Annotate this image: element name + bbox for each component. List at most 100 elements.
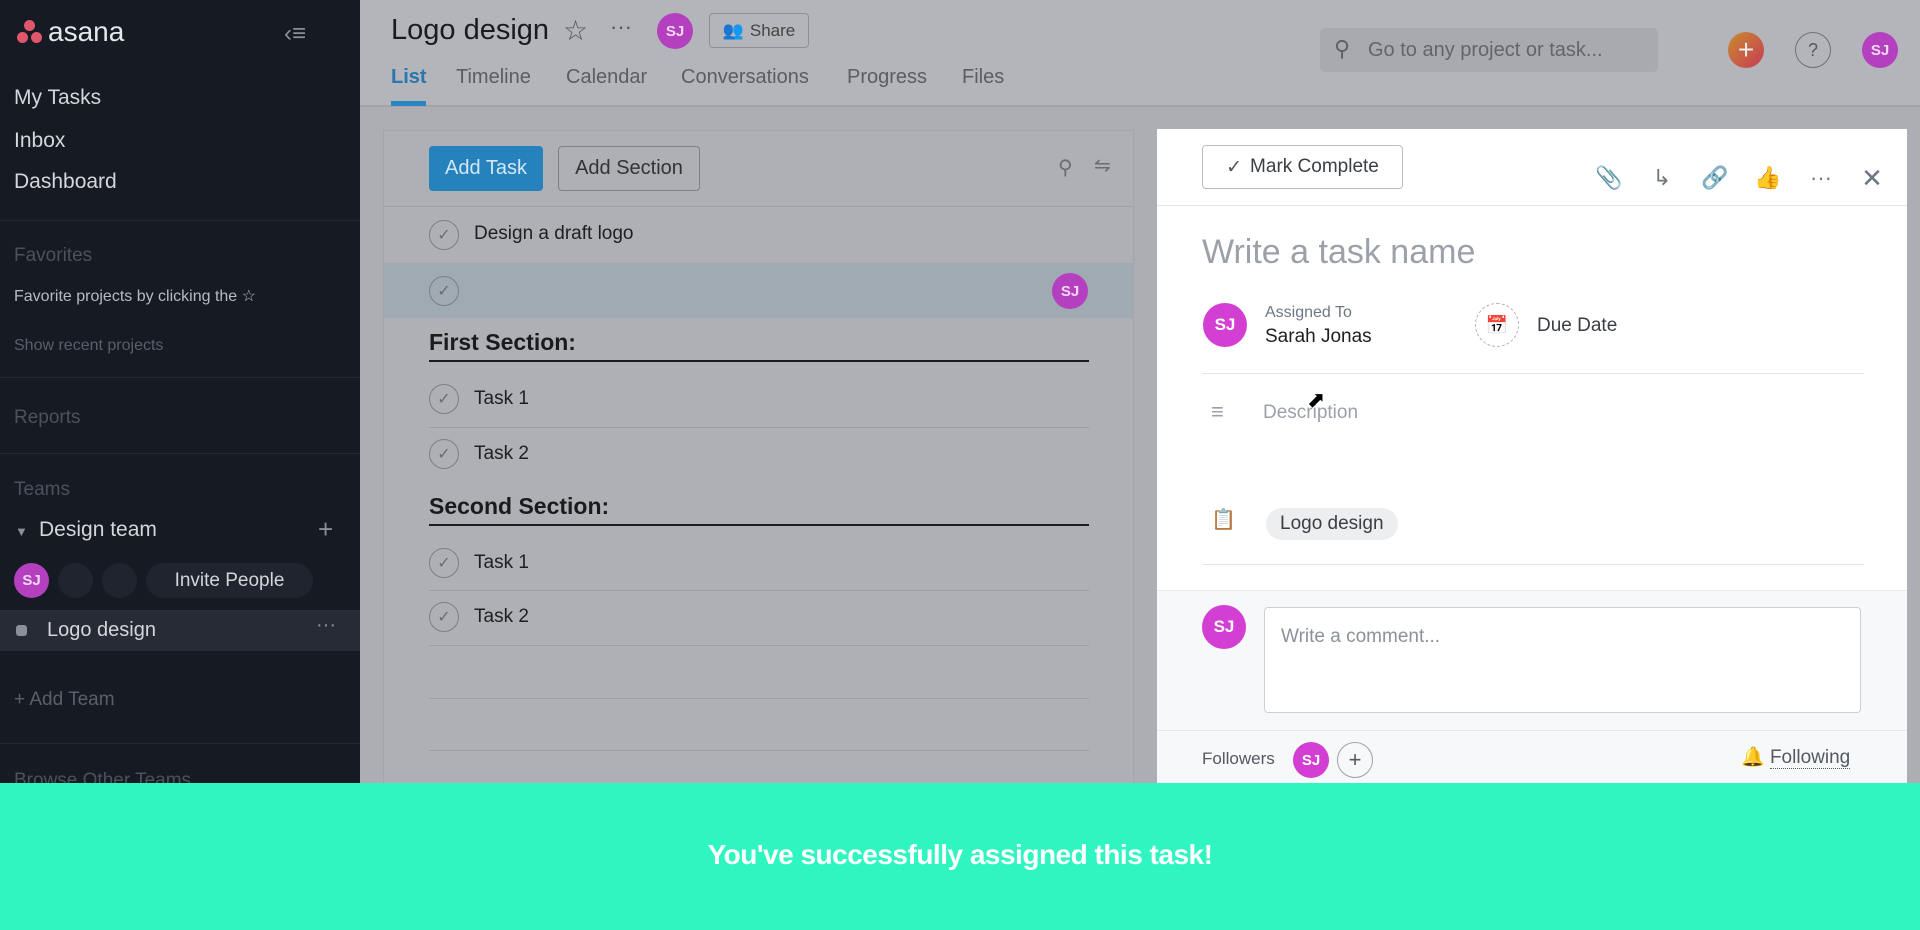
- section-underline: [429, 524, 1089, 526]
- divider: [1157, 205, 1907, 206]
- divider: [1202, 373, 1864, 374]
- asana-logo-text: asana: [48, 16, 125, 47]
- following-label: Following: [1769, 747, 1851, 769]
- thumbs-up-icon[interactable]: 👍: [1753, 163, 1783, 193]
- user-avatar[interactable]: SJ: [1862, 32, 1898, 68]
- project-header: Logo design ☆ ··· SJ 👥 Share List Timelin…: [360, 0, 1920, 107]
- task-name: Design a draft logo: [474, 223, 634, 244]
- star-icon[interactable]: ☆: [563, 14, 588, 47]
- due-date-field[interactable]: Due Date: [1537, 315, 1617, 337]
- check-icon: ✓: [1226, 156, 1243, 178]
- subtask-icon[interactable]: ↳: [1647, 163, 1677, 193]
- empty-avatar: [102, 563, 137, 598]
- add-project-icon[interactable]: +: [318, 514, 333, 545]
- tab-timeline[interactable]: Timeline: [456, 66, 531, 89]
- check-icon[interactable]: ✓: [429, 548, 459, 578]
- share-label: Share: [749, 20, 796, 40]
- section-title[interactable]: Second Section:: [429, 493, 609, 520]
- mark-complete-button[interactable]: ✓ Mark Complete: [1202, 145, 1403, 189]
- paperclip-icon[interactable]: 📎: [1594, 163, 1624, 193]
- sidebar-item-reports[interactable]: Reports: [14, 407, 81, 429]
- people-icon: 👥: [722, 20, 744, 40]
- project-name: Logo design: [47, 619, 156, 641]
- assignee-avatar[interactable]: SJ: [1052, 273, 1088, 309]
- check-icon[interactable]: ✓: [429, 602, 459, 632]
- assignee-name[interactable]: Sarah Jonas: [1265, 326, 1372, 348]
- search-input[interactable]: ⚲ Go to any project or task...: [1320, 28, 1658, 72]
- section-title[interactable]: First Section:: [429, 329, 576, 356]
- avatar[interactable]: SJ: [657, 13, 693, 49]
- project-chip[interactable]: Logo design: [1266, 508, 1398, 540]
- sidebar-item-inbox[interactable]: Inbox: [14, 129, 65, 153]
- task-name[interactable]: Task 2: [474, 606, 529, 628]
- search-icon: ⚲: [1334, 36, 1351, 61]
- add-task-button[interactable]: Add Task: [429, 146, 543, 191]
- calendar-icon[interactable]: 📅: [1475, 303, 1519, 347]
- avatar[interactable]: SJ: [14, 563, 49, 598]
- more-icon[interactable]: ···: [610, 14, 632, 40]
- active-tab-indicator: [391, 101, 426, 106]
- divider: [0, 743, 360, 744]
- check-icon[interactable]: ✓: [429, 220, 459, 250]
- more-icon[interactable]: ···: [316, 614, 336, 637]
- tab-conversations[interactable]: Conversations: [681, 66, 809, 89]
- quick-add-icon[interactable]: +: [1728, 32, 1764, 68]
- sidebar-item-logo-design[interactable]: Logo design ···: [0, 610, 360, 651]
- search-placeholder: Go to any project or task...: [1368, 39, 1603, 61]
- star-icon: ☆: [241, 288, 256, 305]
- more-icon[interactable]: ···: [1806, 163, 1836, 193]
- check-icon[interactable]: ✓: [429, 276, 459, 306]
- project-clipboard-icon: 📋: [1211, 509, 1236, 531]
- task-name[interactable]: Task 1: [474, 552, 529, 574]
- add-team-label: Add Team: [29, 689, 115, 710]
- divider: [0, 220, 360, 221]
- tab-calendar[interactable]: Calendar: [566, 66, 647, 89]
- help-icon[interactable]: ?: [1795, 32, 1831, 68]
- tab-progress[interactable]: Progress: [847, 66, 927, 89]
- following-toggle[interactable]: 🔔 Following: [1741, 745, 1851, 769]
- favorites-heading: Favorites: [14, 245, 93, 266]
- task-name[interactable]: Task 2: [474, 443, 529, 465]
- task-row-selected[interactable]: ✓ SJ: [384, 263, 1133, 318]
- divider: [1157, 730, 1907, 731]
- task-name[interactable]: Task 1: [474, 388, 529, 410]
- sidebar-item-my-tasks[interactable]: My Tasks: [14, 86, 101, 110]
- share-button[interactable]: 👥 Share: [709, 13, 809, 48]
- tab-list[interactable]: List: [391, 66, 427, 89]
- sort-icon[interactable]: ⇋: [1094, 153, 1111, 178]
- task-list: ✓ Design a draft logo ✓ SJ: [384, 207, 1133, 393]
- divider: [429, 750, 1089, 751]
- divider: [429, 590, 1089, 591]
- check-icon[interactable]: ✓: [429, 384, 459, 414]
- assignee-avatar[interactable]: SJ: [1203, 303, 1247, 347]
- add-team-button[interactable]: + Add Team: [14, 689, 115, 711]
- mouse-cursor: ⬈: [1307, 387, 1326, 412]
- comment-input[interactable]: Write a comment...: [1264, 607, 1861, 713]
- divider: [0, 453, 360, 454]
- plus-icon: +: [14, 689, 30, 710]
- collapse-sidebar-icon[interactable]: ‹≡: [284, 20, 306, 48]
- empty-avatar: [58, 563, 93, 598]
- divider: [429, 645, 1089, 646]
- sidebar-item-dashboard[interactable]: Dashboard: [14, 170, 117, 194]
- team-name[interactable]: Design team: [39, 518, 157, 542]
- close-icon[interactable]: ✕: [1857, 163, 1887, 193]
- asana-logo-icon: [16, 20, 44, 46]
- task-name-input[interactable]: Write a task name: [1202, 233, 1475, 272]
- mark-complete-label: Mark Complete: [1250, 156, 1379, 177]
- check-icon[interactable]: ✓: [429, 439, 459, 469]
- tab-files[interactable]: Files: [962, 66, 1004, 89]
- add-follower-icon[interactable]: +: [1337, 742, 1373, 778]
- teams-heading: Teams: [14, 479, 70, 500]
- add-section-button[interactable]: Add Section: [558, 146, 700, 191]
- follower-avatar[interactable]: SJ: [1293, 742, 1329, 778]
- invite-people-button[interactable]: Invite People: [146, 563, 313, 598]
- caret-down-icon[interactable]: ▼: [15, 524, 28, 539]
- bell-icon: 🔔: [1741, 747, 1765, 768]
- person-filter-icon[interactable]: ⚲: [1058, 155, 1073, 180]
- show-recent-projects-link[interactable]: Show recent projects: [14, 337, 163, 355]
- section-underline: [429, 360, 1089, 362]
- divider: [1202, 564, 1864, 565]
- task-row[interactable]: ✓ Design a draft logo: [384, 207, 1133, 262]
- link-icon[interactable]: 🔗: [1700, 163, 1730, 193]
